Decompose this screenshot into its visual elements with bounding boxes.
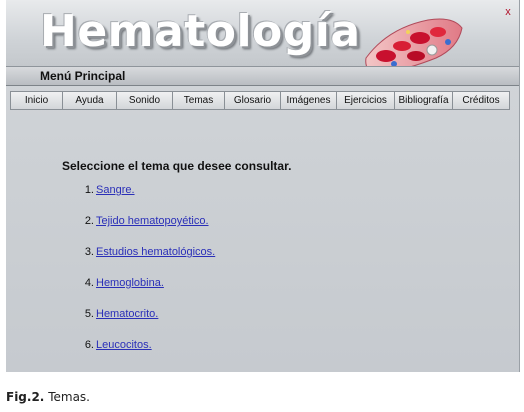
figure-number: Fig.2. — [6, 390, 45, 404]
topic-number: 6. — [84, 339, 94, 351]
figure-caption: Fig.2. Temas. — [6, 390, 90, 404]
topic-number: 5. — [84, 308, 94, 320]
topic-list: 1. Sangre. 2. Tejido hematopoyético. 3. … — [6, 0, 519, 372]
topic-link-leucocitos[interactable]: Leucocitos. — [96, 339, 152, 351]
topic-number: 3. — [84, 246, 94, 258]
topic-link-tejido[interactable]: Tejido hematopoyético. — [96, 215, 209, 227]
figure-caption-text: Temas. — [48, 390, 90, 404]
topic-number: 2. — [84, 215, 94, 227]
topic-link-estudios[interactable]: Estudios hematológicos. — [96, 246, 215, 258]
topic-link-hematocrito[interactable]: Hematocrito. — [96, 308, 158, 320]
topic-link-hemoglobina[interactable]: Hemoglobina. — [96, 277, 164, 289]
app-window: Hematología x Menú Principal Inicio Ayud… — [6, 0, 520, 372]
topic-link-sangre[interactable]: Sangre. — [96, 184, 135, 196]
topic-number: 1. — [84, 184, 94, 196]
topic-number: 4. — [84, 277, 94, 289]
